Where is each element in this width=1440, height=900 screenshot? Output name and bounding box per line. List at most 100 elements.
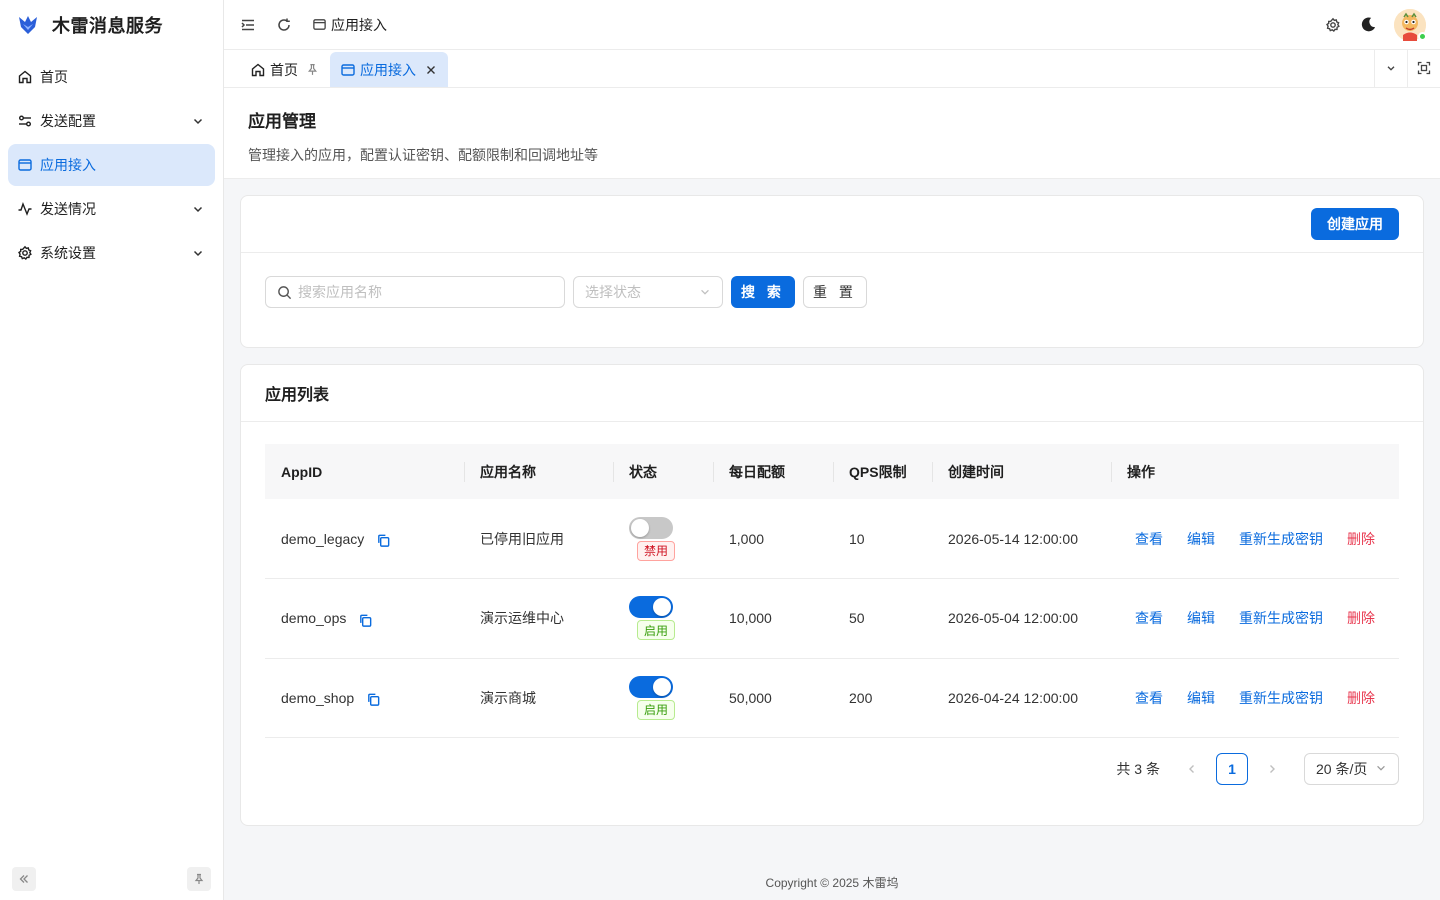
- sliders-icon: [17, 113, 33, 129]
- sidebar-item-app-access[interactable]: 应用接入: [8, 144, 215, 186]
- status-toggle[interactable]: [629, 675, 673, 698]
- tab-home[interactable]: 首页: [240, 52, 330, 87]
- app-title: 木雷消息服务: [52, 16, 163, 36]
- regen-key-link[interactable]: 重新生成密钥: [1239, 608, 1323, 628]
- delete-link[interactable]: 删除: [1347, 608, 1375, 628]
- delete-link[interactable]: 删除: [1347, 529, 1375, 549]
- status-badge: 启用: [637, 620, 676, 641]
- next-page-icon[interactable]: [1256, 753, 1288, 785]
- refresh-icon[interactable]: [275, 16, 293, 34]
- footer: Copyright © 2025 木雷坞: [765, 876, 899, 890]
- list-title: 应用列表: [241, 365, 1423, 422]
- app-name-cell: 已停用旧应用: [480, 530, 564, 547]
- sidebar-item-label: 发送配置: [40, 113, 96, 129]
- top-header: 应用接入: [224, 0, 1440, 50]
- copy-icon[interactable]: [376, 533, 392, 549]
- view-link[interactable]: 查看: [1135, 608, 1163, 628]
- page-header: 应用管理 管理接入的应用，配置认证密钥、配额限制和回调地址等: [224, 88, 1440, 179]
- sidebar-item-send-status[interactable]: 发送情况: [8, 188, 215, 230]
- appid-cell: demo_legacy: [281, 530, 365, 547]
- sidebar-menu: 首页 发送配置 应用接入 发送情况 系统设置: [0, 50, 223, 274]
- edit-link[interactable]: 编辑: [1187, 688, 1215, 708]
- home-icon: [17, 69, 33, 85]
- window-icon: [311, 16, 327, 34]
- column-header: 每日配额: [713, 444, 833, 499]
- appid-cell: demo_shop: [281, 689, 355, 706]
- fullscreen-icon[interactable]: [1407, 49, 1440, 87]
- table-header-row: AppID 应用名称 状态 每日配额 QPS限制 创建时间 操作: [265, 444, 1399, 499]
- quota-cell: 50,000: [729, 689, 772, 706]
- sidebar-item-label: 发送情况: [40, 201, 96, 217]
- page-size-select[interactable]: 20 条/页: [1304, 753, 1399, 785]
- chevron-down-icon: [1375, 761, 1387, 777]
- chevron-down-icon: [191, 114, 205, 128]
- brand[interactable]: 木雷消息服务: [0, 0, 223, 50]
- status-badge: 启用: [637, 699, 676, 720]
- filter-bar: 选择状态 搜 索 重 置: [241, 253, 1423, 308]
- settings-icon[interactable]: [1324, 16, 1342, 34]
- avatar[interactable]: [1394, 8, 1427, 41]
- dark-mode-icon[interactable]: [1359, 16, 1377, 34]
- app-table: AppID 应用名称 状态 每日配额 QPS限制 创建时间 操作 demo_le…: [265, 444, 1399, 738]
- pin-sidebar-icon[interactable]: [187, 867, 211, 891]
- breadcrumb: 应用接入: [311, 15, 387, 35]
- reset-button[interactable]: 重 置: [803, 276, 867, 308]
- tab-label: 首页: [270, 61, 298, 78]
- search-button[interactable]: 搜 索: [731, 276, 795, 308]
- status-toggle[interactable]: [629, 516, 673, 539]
- page-description: 管理接入的应用，配置认证密钥、配额限制和回调地址等: [248, 147, 598, 163]
- window-icon: [17, 157, 33, 173]
- created-cell: 2026-04-24 12:00:00: [948, 689, 1078, 706]
- sidebar-item-home[interactable]: 首页: [8, 56, 215, 98]
- sidebar-item-label: 系统设置: [40, 245, 96, 261]
- page-number-button[interactable]: 1: [1216, 753, 1248, 785]
- tab-label: 应用接入: [360, 61, 416, 78]
- view-link[interactable]: 查看: [1135, 529, 1163, 549]
- column-header: 操作: [1111, 444, 1399, 499]
- tab-list-dropdown-icon[interactable]: [1374, 49, 1407, 87]
- qps-cell: 200: [849, 689, 873, 706]
- appid-cell: demo_ops: [281, 610, 347, 627]
- view-link[interactable]: 查看: [1135, 688, 1163, 708]
- copy-icon[interactable]: [366, 692, 382, 708]
- gear-icon: [17, 245, 33, 261]
- chevron-down-icon: [191, 202, 205, 216]
- delete-link[interactable]: 删除: [1347, 688, 1375, 708]
- status-badge: 禁用: [637, 540, 676, 561]
- qps-cell: 10: [849, 530, 865, 547]
- edit-link[interactable]: 编辑: [1187, 529, 1215, 549]
- column-header: 状态: [613, 444, 713, 499]
- prev-page-icon[interactable]: [1176, 753, 1208, 785]
- sidebar-item-send-config[interactable]: 发送配置: [8, 100, 215, 142]
- status-select[interactable]: 选择状态: [573, 276, 723, 308]
- sidebar-item-system-settings[interactable]: 系统设置: [8, 232, 215, 274]
- copy-icon[interactable]: [358, 612, 374, 628]
- column-header: AppID: [281, 463, 323, 480]
- pagination-total: 共 3 条: [1116, 761, 1160, 777]
- collapse-sidebar-icon[interactable]: [12, 867, 36, 891]
- app-name-cell: 演示运维中心: [480, 610, 564, 627]
- close-icon[interactable]: [426, 64, 438, 76]
- breadcrumb-current[interactable]: 应用接入: [331, 15, 387, 35]
- tab-app-access[interactable]: 应用接入: [330, 52, 448, 87]
- regen-key-link[interactable]: 重新生成密钥: [1239, 688, 1323, 708]
- app-name-cell: 演示商城: [480, 689, 536, 706]
- created-cell: 2026-05-04 12:00:00: [948, 610, 1078, 627]
- filter-card: 创建应用 选择状态 搜 索 重 置: [240, 195, 1424, 348]
- pin-icon[interactable]: [306, 63, 320, 77]
- create-app-button[interactable]: 创建应用: [1311, 208, 1399, 240]
- search-box[interactable]: [265, 276, 565, 308]
- search-input[interactable]: [298, 284, 564, 300]
- qps-cell: 50: [849, 610, 865, 627]
- menu-toggle-icon[interactable]: [239, 16, 257, 34]
- regen-key-link[interactable]: 重新生成密钥: [1239, 529, 1323, 549]
- pagination: 共 3 条 1 20 条/页: [1116, 753, 1399, 785]
- created-cell: 2026-05-14 12:00:00: [948, 530, 1078, 547]
- tab-tools: [1374, 49, 1440, 87]
- quota-cell: 1,000: [729, 530, 765, 547]
- edit-link[interactable]: 编辑: [1187, 608, 1215, 628]
- online-status-dot: [1418, 31, 1427, 41]
- status-toggle[interactable]: [629, 596, 673, 619]
- search-icon: [277, 284, 293, 300]
- page-title: 应用管理: [248, 112, 316, 131]
